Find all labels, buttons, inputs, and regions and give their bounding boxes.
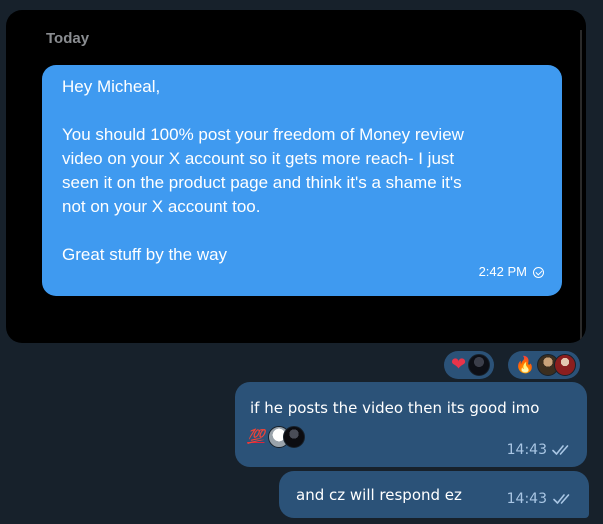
- message-time: 14:43: [506, 491, 547, 507]
- message-text: if he posts the video then its good imo: [250, 399, 540, 417]
- dm-line: video on your X account so it gets more …: [62, 149, 455, 168]
- black-avatar: [283, 426, 306, 448]
- dark-hooded-avatar: [468, 354, 491, 376]
- reaction-fire[interactable]: 🔥: [508, 351, 580, 379]
- screenshot-divider: [580, 30, 582, 340]
- heart-icon: ❤: [451, 354, 467, 375]
- dm-line-gap: [62, 219, 542, 243]
- fire-icon: 🔥: [515, 355, 535, 374]
- date-label: Today: [46, 30, 90, 47]
- dm-line: seen it on the product page and think it…: [62, 173, 462, 192]
- message-text: and cz will respond ez: [296, 486, 462, 504]
- dm-line: Hey Micheal,: [62, 77, 161, 96]
- outgoing-message[interactable]: and cz will respond ez 14:43: [279, 471, 589, 518]
- outgoing-message[interactable]: if he posts the video then its good imo …: [235, 382, 587, 467]
- dm-message-meta: 2:42 PM: [479, 260, 544, 284]
- message-reaction[interactable]: 💯: [247, 426, 306, 448]
- red-character-avatar: [553, 354, 576, 376]
- dm-line-gap: [62, 99, 542, 123]
- dm-line: You should 100% post your freedom of Mon…: [62, 125, 464, 144]
- dm-message-bubble: Hey Micheal, You should 100% post your f…: [42, 65, 562, 296]
- double-check-icon: [553, 494, 570, 504]
- hundred-points-icon: 💯: [247, 429, 265, 445]
- dm-line: not on your X account too.: [62, 197, 261, 216]
- message-time: 14:43: [506, 442, 547, 458]
- reaction-heart[interactable]: ❤: [444, 351, 495, 379]
- dm-message-time: 2:42 PM: [478, 264, 527, 279]
- forwarded-screenshot[interactable]: Today Hey Micheal, You should 100% post …: [6, 10, 586, 343]
- double-check-icon: [552, 445, 569, 455]
- check-circle-icon: [533, 266, 544, 278]
- dm-line: Great stuff by the way: [62, 245, 228, 264]
